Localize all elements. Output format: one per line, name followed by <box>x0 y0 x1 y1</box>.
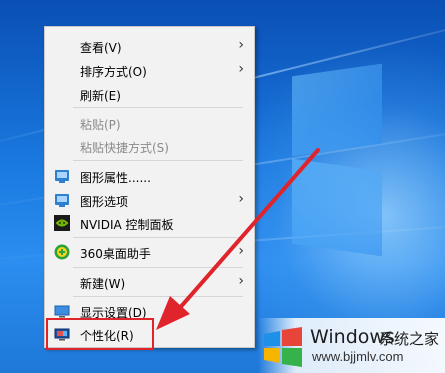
watermark: Windows 系统之家 www.bjjmlv.com <box>258 318 445 373</box>
watermark-site-name: 系统之家 <box>379 330 440 348</box>
windows-logo-icon <box>264 327 302 367</box>
watermark-url: www.bjjmlv.com <box>312 349 404 364</box>
